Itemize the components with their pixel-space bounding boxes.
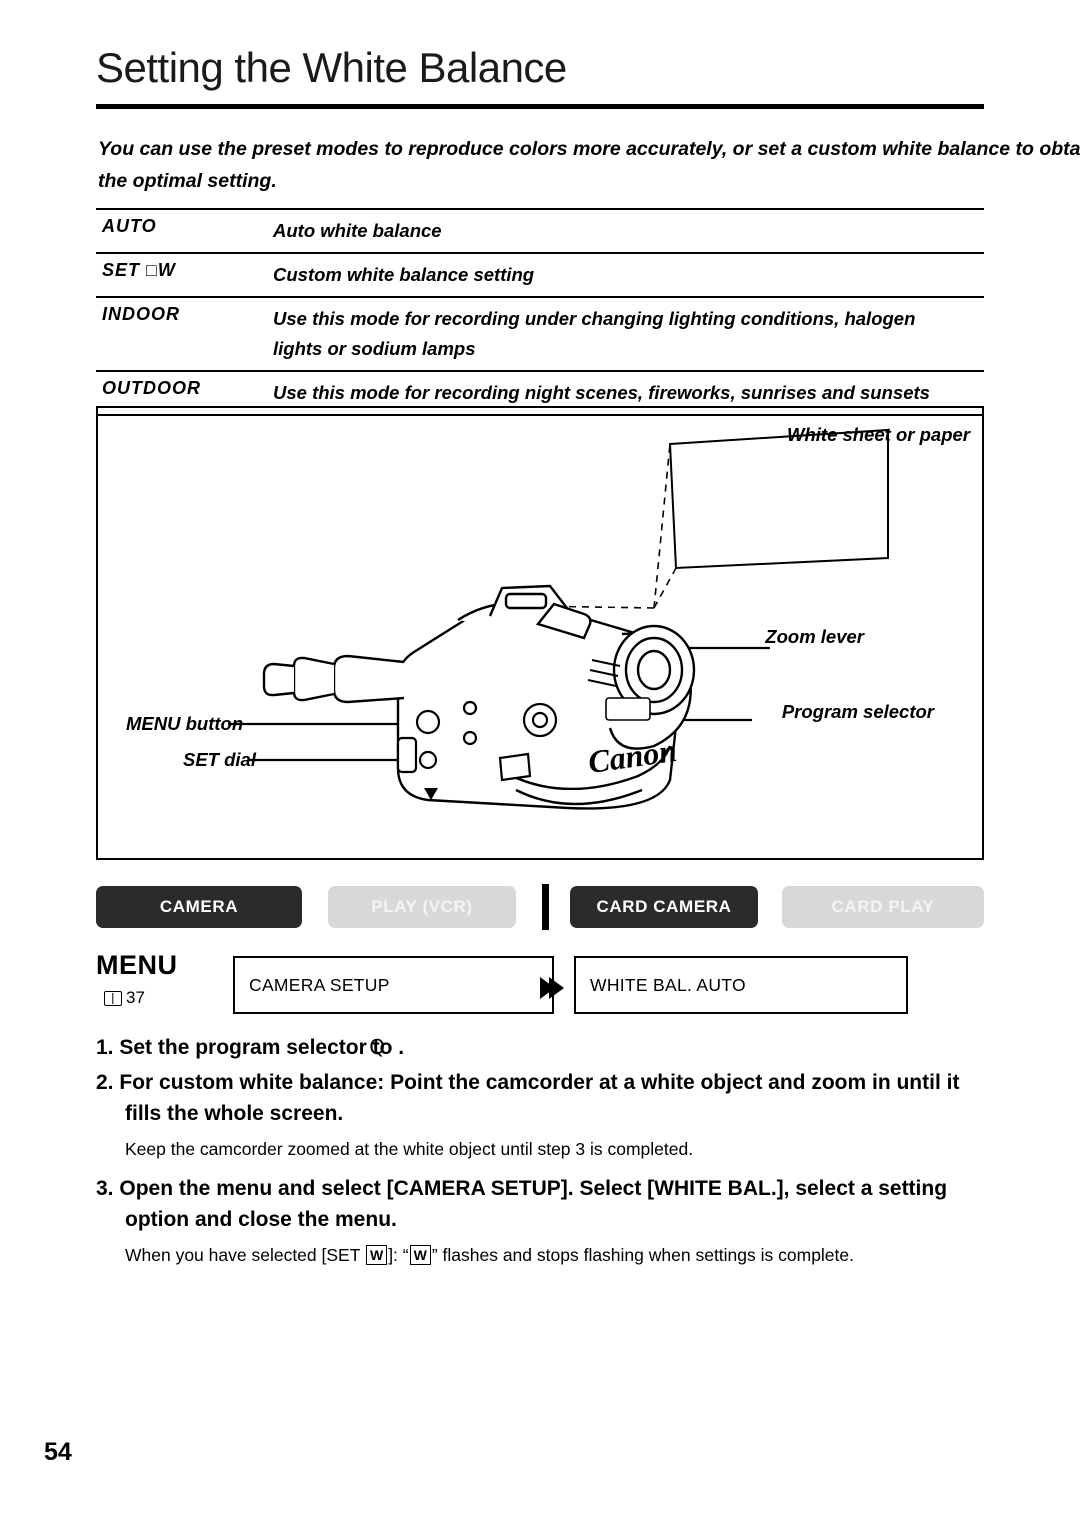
- label-menu-button: MENU button: [126, 713, 244, 734]
- step-3-text: 3. Open the menu and select [CAMERA SETU…: [96, 1173, 996, 1235]
- page-reference-number: 37: [126, 988, 145, 1007]
- menu-path: MENU 37 CAMERA SETUP WHITE BAL. AUTO: [96, 950, 984, 1024]
- step-3: 3. Open the menu and select [CAMERA SETU…: [96, 1173, 996, 1269]
- menu-box-white-bal: WHITE BAL. AUTO: [574, 956, 908, 1014]
- label-set-dial: SET dial: [183, 749, 256, 770]
- label-program-selector: Program selector: [781, 701, 934, 722]
- wb-symbol-box-2: W: [409, 1245, 431, 1265]
- mode-chip-camera: CAMERA: [96, 886, 302, 928]
- label-white-sheet: White sheet or paper: [787, 424, 970, 445]
- step-3-head: Open the menu and select [CAMERA SETUP].…: [119, 1177, 948, 1231]
- option-description: Use this mode for recording under changi…: [273, 308, 916, 359]
- step-3-note-post: ” flashes and stops flashing when settin…: [431, 1245, 854, 1265]
- intro-paragraph: You can use the preset modes to reproduc…: [98, 138, 1080, 192]
- step-2-number: 2.: [96, 1071, 114, 1094]
- table-row: INDOOR Use this mode for recording under…: [96, 296, 984, 370]
- option-description: Custom white balance setting: [273, 264, 535, 285]
- step-3-note-pre: When you have selected [SET: [125, 1245, 361, 1265]
- option-key: SET □W: [102, 260, 176, 280]
- step-1-number: 1.: [96, 1036, 114, 1059]
- option-description: Auto white balance: [273, 220, 442, 241]
- menu-box-camera-setup: CAMERA SETUP: [233, 956, 554, 1014]
- step-1-tail: .: [398, 1036, 405, 1059]
- step-3-note-mid: ]: “: [388, 1245, 409, 1265]
- step-1-head: Set the program selector to: [119, 1036, 393, 1059]
- page-title: Setting the White Balance: [96, 44, 567, 91]
- camcorder-illustration: Canon White sheet or paper Zoom lever Pr…: [96, 406, 984, 860]
- option-key: INDOOR: [102, 304, 180, 324]
- step-2-note: Keep the camcorder zoomed at the white o…: [125, 1139, 694, 1159]
- arrow-right-icon-2: [549, 977, 564, 999]
- step-2-text: 2. For custom white balance: Point the c…: [96, 1067, 996, 1129]
- book-icon: [104, 990, 122, 1006]
- mode-chip-play-vcr: PLAY (VCR): [328, 886, 516, 928]
- label-zoom-lever: Zoom lever: [765, 626, 864, 647]
- manual-page: Setting the White Balance You can use th…: [0, 0, 1080, 1529]
- operating-modes-bar: CAMERA PLAY (VCR) CARD CAMERA CARD PLAY: [96, 884, 984, 932]
- step-3-number: 3.: [96, 1177, 114, 1200]
- step-1: 1. Set the program selector to Q.: [96, 1032, 996, 1063]
- step-3-note: When you have selected [SET W]: “W” flas…: [96, 1241, 996, 1269]
- white-balance-options-table: AUTO Auto white balance SET □W Custom wh…: [96, 208, 984, 416]
- instruction-steps: 1. Set the program selector to Q. 2. For…: [96, 1032, 996, 1279]
- step-2-head: For custom white balance: Point the camc…: [119, 1071, 960, 1125]
- option-key: OUTDOOR: [102, 378, 201, 398]
- table-row: SET □W Custom white balance setting: [96, 252, 984, 296]
- wb-symbol-box-1: W: [365, 1245, 388, 1265]
- step-1-text: 1. Set the program selector to Q.: [96, 1035, 405, 1059]
- menu-label: MENU: [96, 950, 178, 980]
- step-2: 2. For custom white balance: Point the c…: [96, 1067, 996, 1163]
- option-key: AUTO: [102, 216, 157, 236]
- title-divider: [96, 104, 984, 109]
- table-row: AUTO Auto white balance: [96, 208, 984, 252]
- page-number: 54: [44, 1438, 72, 1466]
- mode-divider: [542, 884, 549, 930]
- page-reference: 37: [104, 988, 145, 1008]
- mode-chip-card-play: CARD PLAY: [782, 886, 984, 928]
- mode-chip-card-camera: CARD CAMERA: [570, 886, 758, 928]
